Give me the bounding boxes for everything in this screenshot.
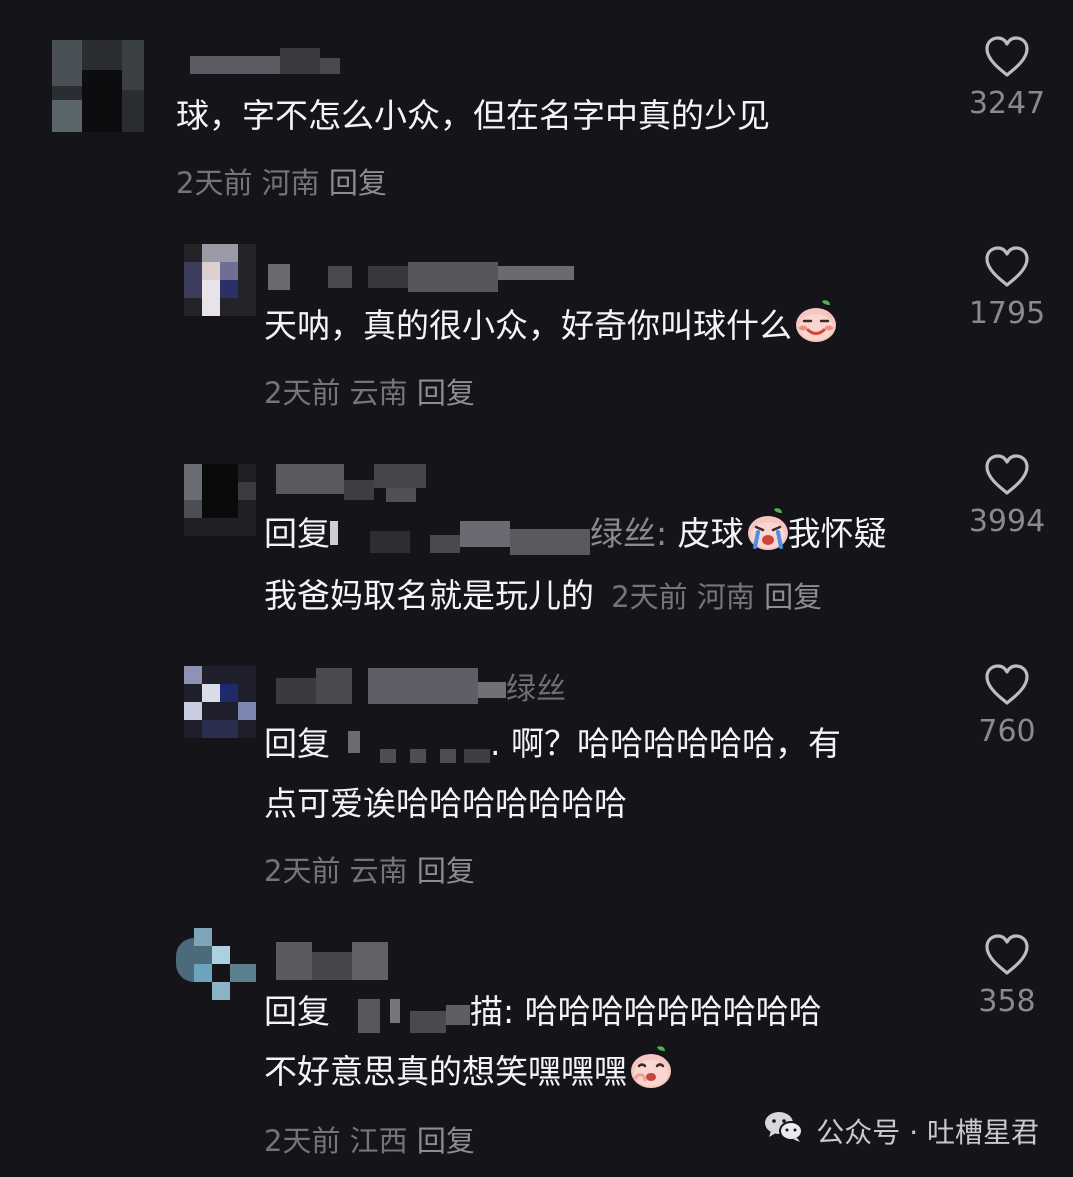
comment-time: 2天前 [264, 854, 341, 888]
username-redacted[interactable] [276, 668, 506, 704]
comment-text-line2: 不好意思真的想笑嘿嘿嘿 [264, 1042, 671, 1102]
reply-target-tail: 绿丝: [590, 514, 668, 553]
reply-prefix[interactable]: 回复 [264, 514, 330, 553]
peach-crying-emoji [744, 505, 788, 550]
comment-time: 2天前 [611, 580, 688, 614]
comment-text-content: 天呐，真的很小众，好奇你叫球什么 [264, 306, 792, 345]
reply-button[interactable]: 回复 [417, 854, 475, 888]
heart-outline-icon [985, 454, 1029, 495]
comment-meta: 2天前 江西 回复 [264, 1118, 475, 1160]
heart-outline-icon [985, 36, 1029, 77]
reply-prefix[interactable]: 回复 [264, 992, 330, 1031]
comment-text-part: . 啊？哈哈哈哈哈哈，有 [490, 724, 841, 763]
reply-button[interactable]: 回复 [417, 1124, 475, 1158]
watermark-text: 公众号 · 吐槽星君 [816, 1115, 1039, 1149]
avatar[interactable] [184, 666, 256, 738]
heart-outline-icon [985, 664, 1029, 705]
username-tail: 绿丝 [506, 672, 566, 707]
peach-laughing-emoji [627, 1043, 671, 1088]
comment-text-content: 不好意思真的想笑嘿嘿嘿 [264, 1052, 627, 1091]
like-button[interactable]: 760 [952, 664, 1062, 749]
comment-text-line2: 我爸妈取名就是玩儿的 2天前 河南 回复 [264, 566, 822, 627]
peach-face-emoji [792, 297, 836, 342]
like-button[interactable]: 1795 [952, 246, 1062, 331]
reply-target-redacted[interactable] [330, 730, 490, 763]
comment-3: 回复 绿丝: 皮球 我怀疑 我爸妈取名就是玩儿的 2天前 河南 回复 3994 [0, 430, 1073, 650]
avatar[interactable] [184, 464, 256, 536]
reply-button[interactable]: 回复 [764, 580, 822, 614]
like-count: 3247 [968, 86, 1046, 121]
reply-button[interactable]: 回复 [417, 376, 475, 410]
reply-button[interactable]: 回复 [329, 166, 387, 200]
comment-text-line2: 点可爱诶哈哈哈哈哈哈哈 [264, 784, 627, 823]
comment-time: 2天前 [176, 166, 253, 200]
avatar[interactable] [184, 244, 256, 316]
comment-region: 江西 [349, 1124, 408, 1158]
comment-meta: 2天前 河南 回复 [176, 160, 387, 202]
username-redacted[interactable] [276, 464, 426, 502]
comment-meta: 2天前 河南 回复 [602, 580, 822, 614]
comment-4: 绿丝 回复 . 啊？哈哈哈哈哈哈，有 点可爱诶哈哈哈哈哈哈哈 2天前 云南 回复… [0, 650, 1073, 920]
comment-1: 球，字不怎么小众，但在名字中真的少见 2天前 河南 回复 3247 [0, 0, 1073, 210]
like-count: 3994 [968, 504, 1046, 539]
username-redacted[interactable] [268, 260, 574, 296]
watermark: 公众号 · 吐槽星君 [764, 1110, 1039, 1151]
heart-outline-icon [985, 246, 1029, 287]
comment-text: 回复 描: 哈哈哈哈哈哈哈哈哈 [264, 982, 822, 1042]
comment-meta: 2天前 云南 回复 [264, 370, 475, 412]
comment-text-content: 我爸妈取名就是玩儿的 [264, 576, 594, 615]
comment-text-part: 描: 哈哈哈哈哈哈哈哈哈 [470, 992, 822, 1031]
comment-time: 2天前 [264, 376, 341, 410]
wechat-icon [764, 1110, 804, 1151]
comment-2: 天呐，真的很小众，好奇你叫球什么 2天前 云南 回复 1795 [0, 210, 1073, 430]
like-button[interactable]: 3247 [952, 36, 1062, 121]
comment-region: 云南 [349, 376, 408, 410]
comment-text-part: 皮球 [677, 514, 744, 553]
heart-outline-icon [985, 934, 1029, 975]
like-count: 760 [978, 714, 1036, 749]
comment-region: 河南 [696, 580, 755, 614]
comment-text-part: 我怀疑 [787, 514, 887, 553]
like-button[interactable]: 358 [952, 934, 1062, 1019]
avatar[interactable] [52, 40, 144, 132]
reply-target-redacted[interactable] [330, 520, 590, 555]
like-button[interactable]: 3994 [952, 454, 1062, 539]
comment-region: 云南 [349, 854, 408, 888]
comment-text: 天呐，真的很小众，好奇你叫球什么 [264, 296, 836, 356]
like-count: 1795 [968, 296, 1046, 331]
reply-prefix[interactable]: 回复 [264, 724, 330, 763]
comment-region: 河南 [261, 166, 320, 200]
comment-meta: 2天前 云南 回复 [264, 848, 475, 890]
comment-text: 球，字不怎么小众，但在名字中真的少见 [176, 96, 770, 135]
comment-text: 回复 . 啊？哈哈哈哈哈哈，有 [264, 714, 841, 774]
reply-target-redacted[interactable] [330, 998, 470, 1033]
like-count: 358 [978, 984, 1036, 1019]
avatar[interactable] [176, 928, 256, 1000]
username-redacted[interactable] [190, 48, 340, 84]
comment-text: 回复 绿丝: 皮球 我怀疑 [264, 504, 887, 564]
username-redacted[interactable] [276, 942, 388, 980]
comment-time: 2天前 [264, 1124, 341, 1158]
